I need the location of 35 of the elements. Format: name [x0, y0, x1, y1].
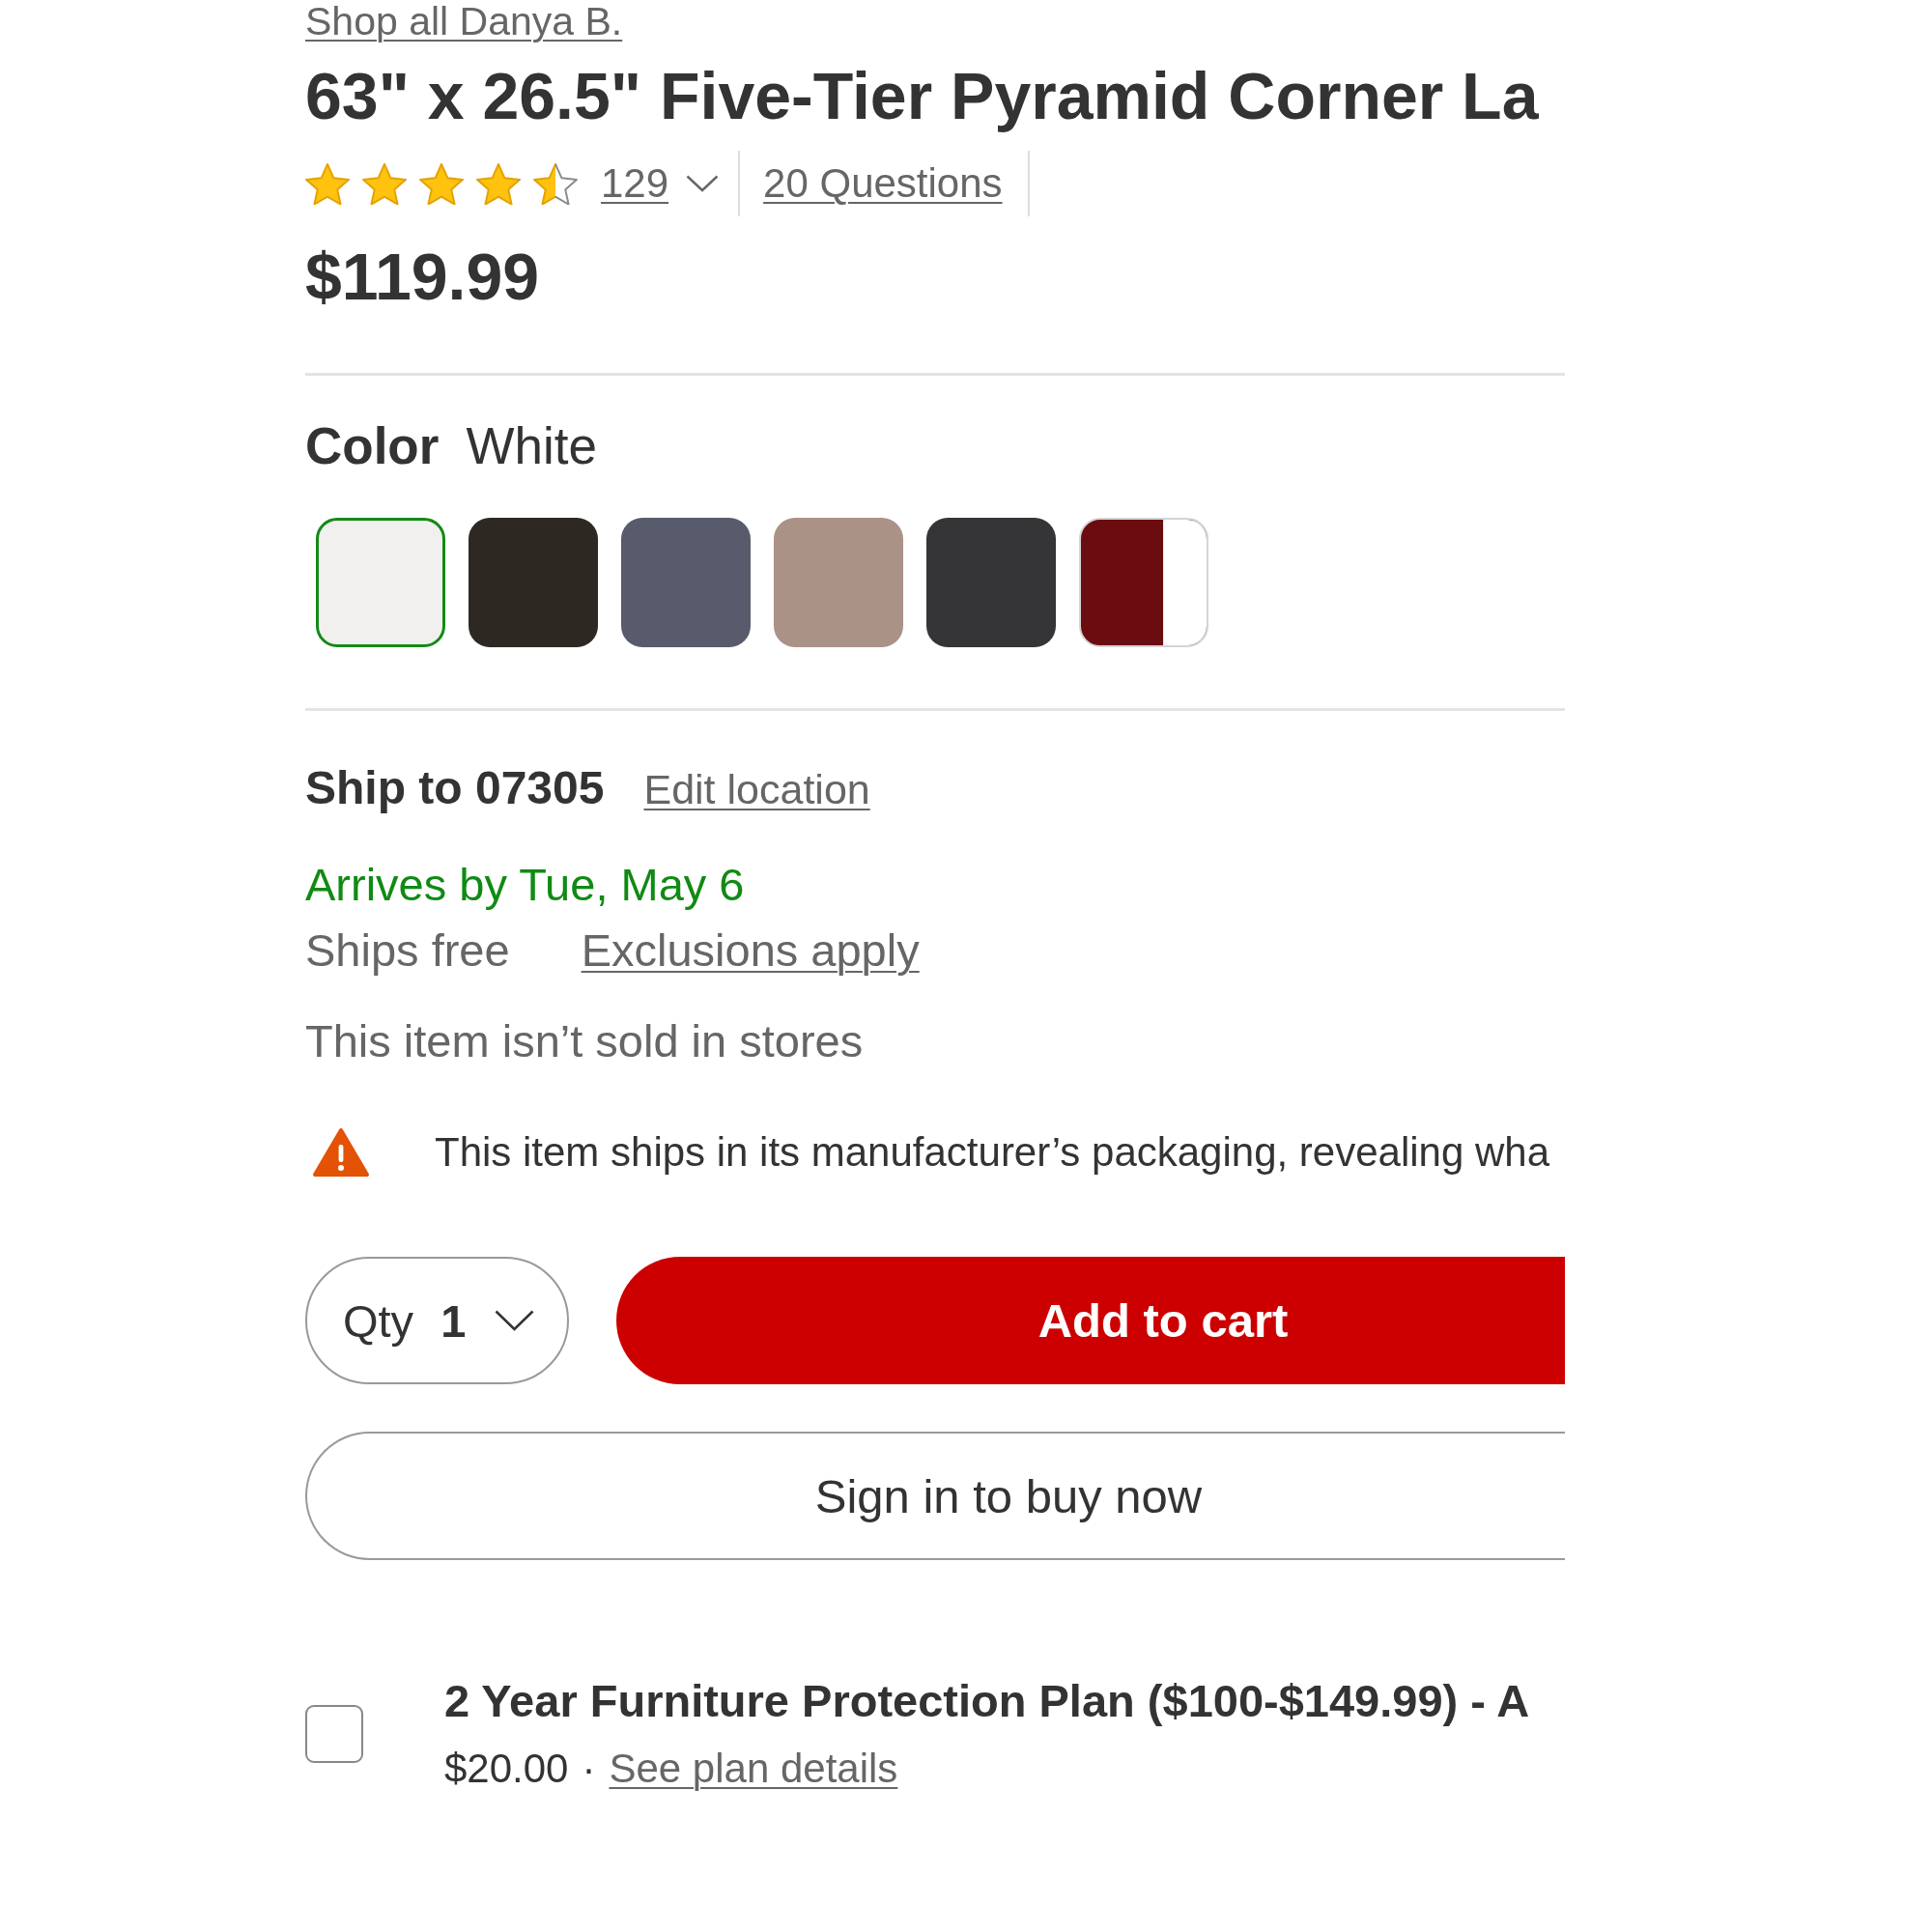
- chevron-down-icon: [495, 1310, 535, 1331]
- price: $119.99: [305, 239, 540, 314]
- reviews-link[interactable]: 129: [601, 159, 720, 208]
- plan-price: $20.00: [444, 1745, 569, 1793]
- selected-color-name: White: [466, 417, 597, 475]
- star-icon: [476, 162, 521, 205]
- ship-to-heading: Ship to 07305: [305, 761, 605, 815]
- star-icon: [419, 162, 464, 205]
- quantity-dropdown[interactable]: Qty 1: [305, 1257, 569, 1384]
- color-label: Color: [305, 417, 440, 475]
- shop-brand-link[interactable]: Shop all Danya B.: [305, 0, 623, 43]
- color-swatch-icon[interactable]: [774, 518, 903, 647]
- star-icon: [305, 162, 350, 205]
- chevron-down-icon: [686, 175, 720, 192]
- arrival-date: Arrives by Tue, May 6: [305, 858, 745, 912]
- exclusions-link[interactable]: Exclusions apply: [581, 923, 920, 978]
- sign-in-to-buy-button[interactable]: Sign in to buy now: [305, 1432, 1565, 1560]
- color-swatch-icon[interactable]: [469, 518, 598, 647]
- product-title: 63" x 26.5" Five-Tier Pyramid Corner La: [305, 58, 1539, 133]
- warning-icon: [312, 1127, 370, 1178]
- plan-details-link[interactable]: See plan details: [609, 1744, 898, 1794]
- shipping-cost: Ships free: [305, 923, 510, 978]
- separator-dot: ·: [582, 1745, 596, 1793]
- edit-location-link[interactable]: Edit location: [643, 766, 870, 813]
- questions-link[interactable]: 20 Questions: [763, 159, 1003, 208]
- protection-plan-title: 2 Year Furniture Protection Plan ($100-$149.99) - A: [444, 1674, 1530, 1728]
- star-icon: [362, 162, 407, 205]
- color-swatch-icon[interactable]: [621, 518, 751, 647]
- add-to-cart-button[interactable]: Add to cart: [616, 1257, 1565, 1384]
- store-availability-note: This item isn’t sold in stores: [305, 1014, 864, 1068]
- color-swatch-icon[interactable]: [316, 518, 445, 647]
- color-swatch-icon[interactable]: [926, 518, 1056, 647]
- packaging-notice: This item ships in its manufacturer’s packaging, revealing wha: [435, 1128, 1549, 1177]
- checkbox[interactable]: [305, 1705, 363, 1763]
- star-icon: [533, 162, 578, 205]
